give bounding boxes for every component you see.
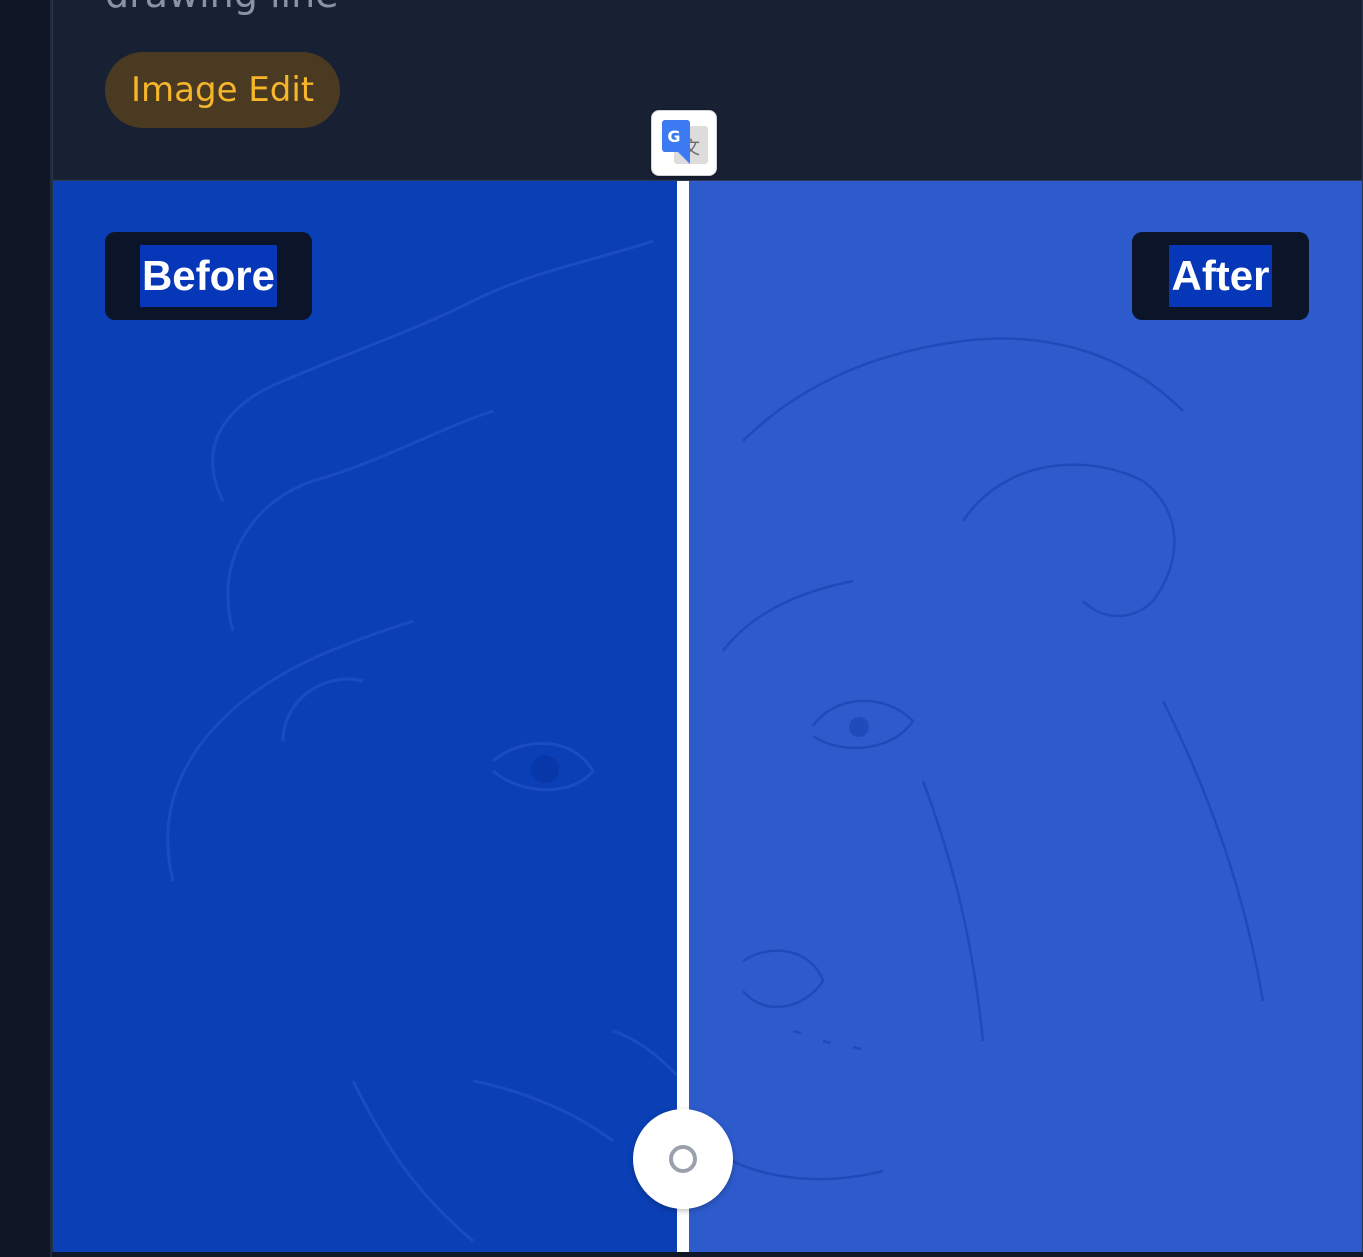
after-label: After [1132,232,1309,320]
card-title: drawing line [105,0,339,16]
svg-text:G: G [667,127,680,146]
after-image [683,181,1362,1252]
google-translate-icon[interactable]: 文 G [651,110,717,176]
before-label-text: Before [139,245,278,307]
before-after-comparison[interactable]: Before After [53,180,1362,1252]
slider-handle-icon [669,1145,697,1173]
tool-card: drawing line Image Edit [52,0,1363,1252]
before-label: Before [105,232,312,320]
slider-handle[interactable] [633,1109,733,1209]
page: drawing line Image Edit [0,0,1363,1257]
slider-divider[interactable] [677,181,689,1252]
before-image [53,181,683,1252]
left-rail [0,0,52,1257]
category-tag[interactable]: Image Edit [105,52,341,128]
after-label-text: After [1169,245,1272,307]
